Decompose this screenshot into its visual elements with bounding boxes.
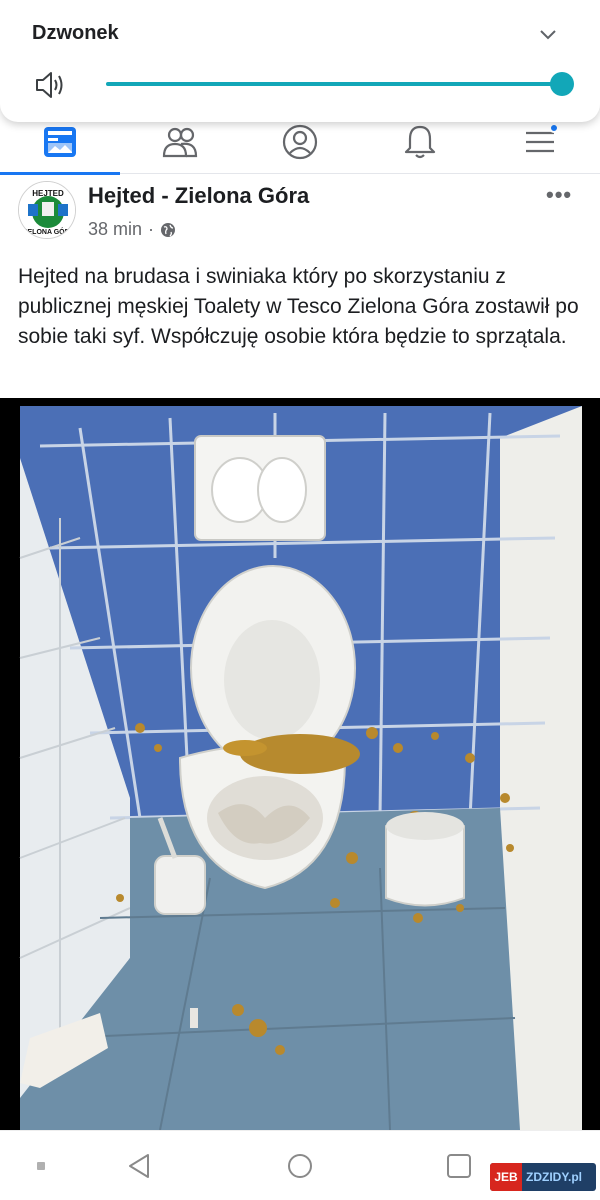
groups-icon (162, 127, 198, 158)
avatar-text-top: HEJTED (32, 189, 64, 198)
more-options-button[interactable]: ••• (546, 182, 572, 208)
tab-profile[interactable] (278, 120, 322, 164)
hide-keys-icon[interactable] (26, 1151, 56, 1181)
screen: Dzwonek HEJTED ZIELONA GÓRA Hejted - Zie… (0, 0, 600, 1200)
toilet-stall-photo (0, 398, 600, 1131)
page-name[interactable]: Hejted - Zielona Góra (88, 183, 309, 209)
page-logo: HEJTED ZIELONA GÓRA (19, 182, 75, 238)
notifications-icon (404, 125, 436, 159)
tab-groups[interactable] (158, 120, 202, 164)
watermark-right: ZDZIDY.pl (526, 1170, 582, 1184)
post-text: Hejted na brudasa i swiniaka który po sk… (18, 265, 579, 348)
volume-slider-thumb[interactable] (550, 72, 574, 96)
globe-icon (161, 222, 176, 237)
tab-news-feed[interactable] (38, 120, 82, 164)
menu-notification-dot (549, 123, 559, 133)
profile-icon (282, 124, 318, 160)
volume-title: Dzwonek (32, 22, 119, 44)
page-avatar[interactable]: HEJTED ZIELONA GÓRA (18, 181, 76, 239)
meta-separator: · (148, 219, 155, 239)
active-tab-indicator (0, 172, 120, 175)
tab-notifications[interactable] (398, 120, 442, 164)
recents-icon[interactable] (444, 1151, 474, 1181)
watermark: JEB ZDZIDY.pl (490, 1163, 596, 1191)
home-icon[interactable] (285, 1151, 315, 1181)
chevron-down-icon[interactable] (536, 22, 560, 46)
post-meta: 38 min · (88, 219, 176, 240)
volume-panel: Dzwonek (0, 0, 600, 122)
post-time[interactable]: 38 min (88, 219, 142, 240)
back-icon[interactable] (125, 1151, 155, 1181)
post-photo[interactable] (0, 398, 600, 1131)
news-feed-icon (44, 127, 76, 157)
volume-slider[interactable] (106, 82, 562, 86)
watermark-left: JEB (490, 1163, 522, 1191)
speaker-icon[interactable] (34, 70, 66, 100)
avatar-text-bottom: ZIELONA GÓRA (21, 227, 74, 236)
